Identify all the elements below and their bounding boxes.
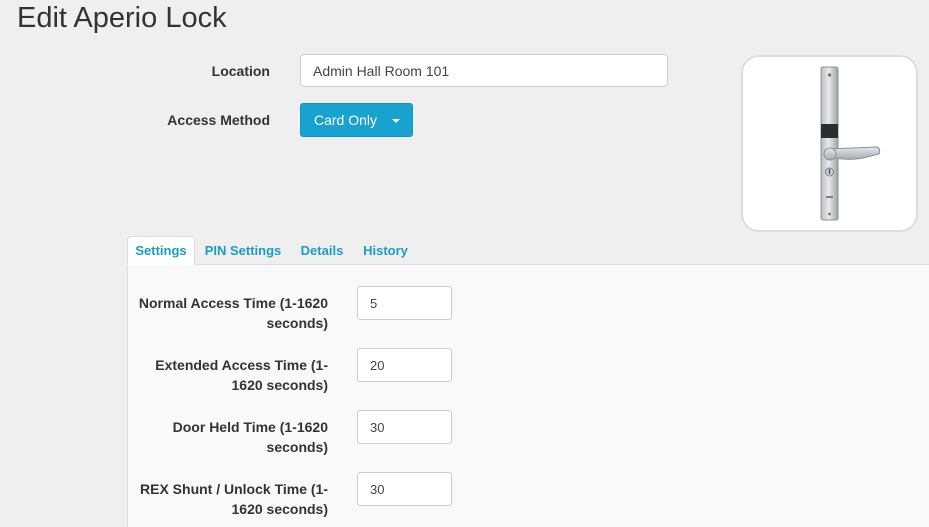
- rex-shunt-unlock-time-input[interactable]: [357, 472, 452, 506]
- rex-shunt-unlock-time-label: REX Shunt / Unlock Time (1- 1620 seconds…: [140, 481, 328, 517]
- location-input[interactable]: [300, 54, 668, 87]
- tab-history[interactable]: History: [358, 236, 413, 264]
- access-method-dropdown[interactable]: Card Only: [300, 103, 413, 137]
- tab-details[interactable]: Details: [296, 236, 348, 264]
- caret-down-icon: [392, 119, 400, 123]
- tab-settings[interactable]: Settings: [127, 236, 195, 265]
- extended-access-time-label: Extended Access Time (1- 1620 seconds): [155, 357, 328, 393]
- normal-access-time-input[interactable]: [357, 286, 452, 320]
- extended-access-time-input[interactable]: [357, 348, 452, 382]
- tabs-divider: [127, 264, 929, 265]
- access-method-label: Access Method: [167, 112, 270, 128]
- door-held-time-input[interactable]: [357, 410, 452, 444]
- normal-access-time-label: Normal Access Time (1-1620 seconds): [138, 295, 328, 331]
- access-method-value: Card Only: [314, 112, 378, 128]
- tab-pin-settings[interactable]: PIN Settings: [200, 236, 286, 264]
- page-title: Edit Aperio Lock: [17, 2, 227, 34]
- lock-image-frame: [741, 55, 918, 232]
- aperio-lock-image: [820, 66, 881, 221]
- location-label: Location: [211, 63, 270, 79]
- door-held-time-label: Door Held Time (1-1620 seconds): [172, 419, 328, 455]
